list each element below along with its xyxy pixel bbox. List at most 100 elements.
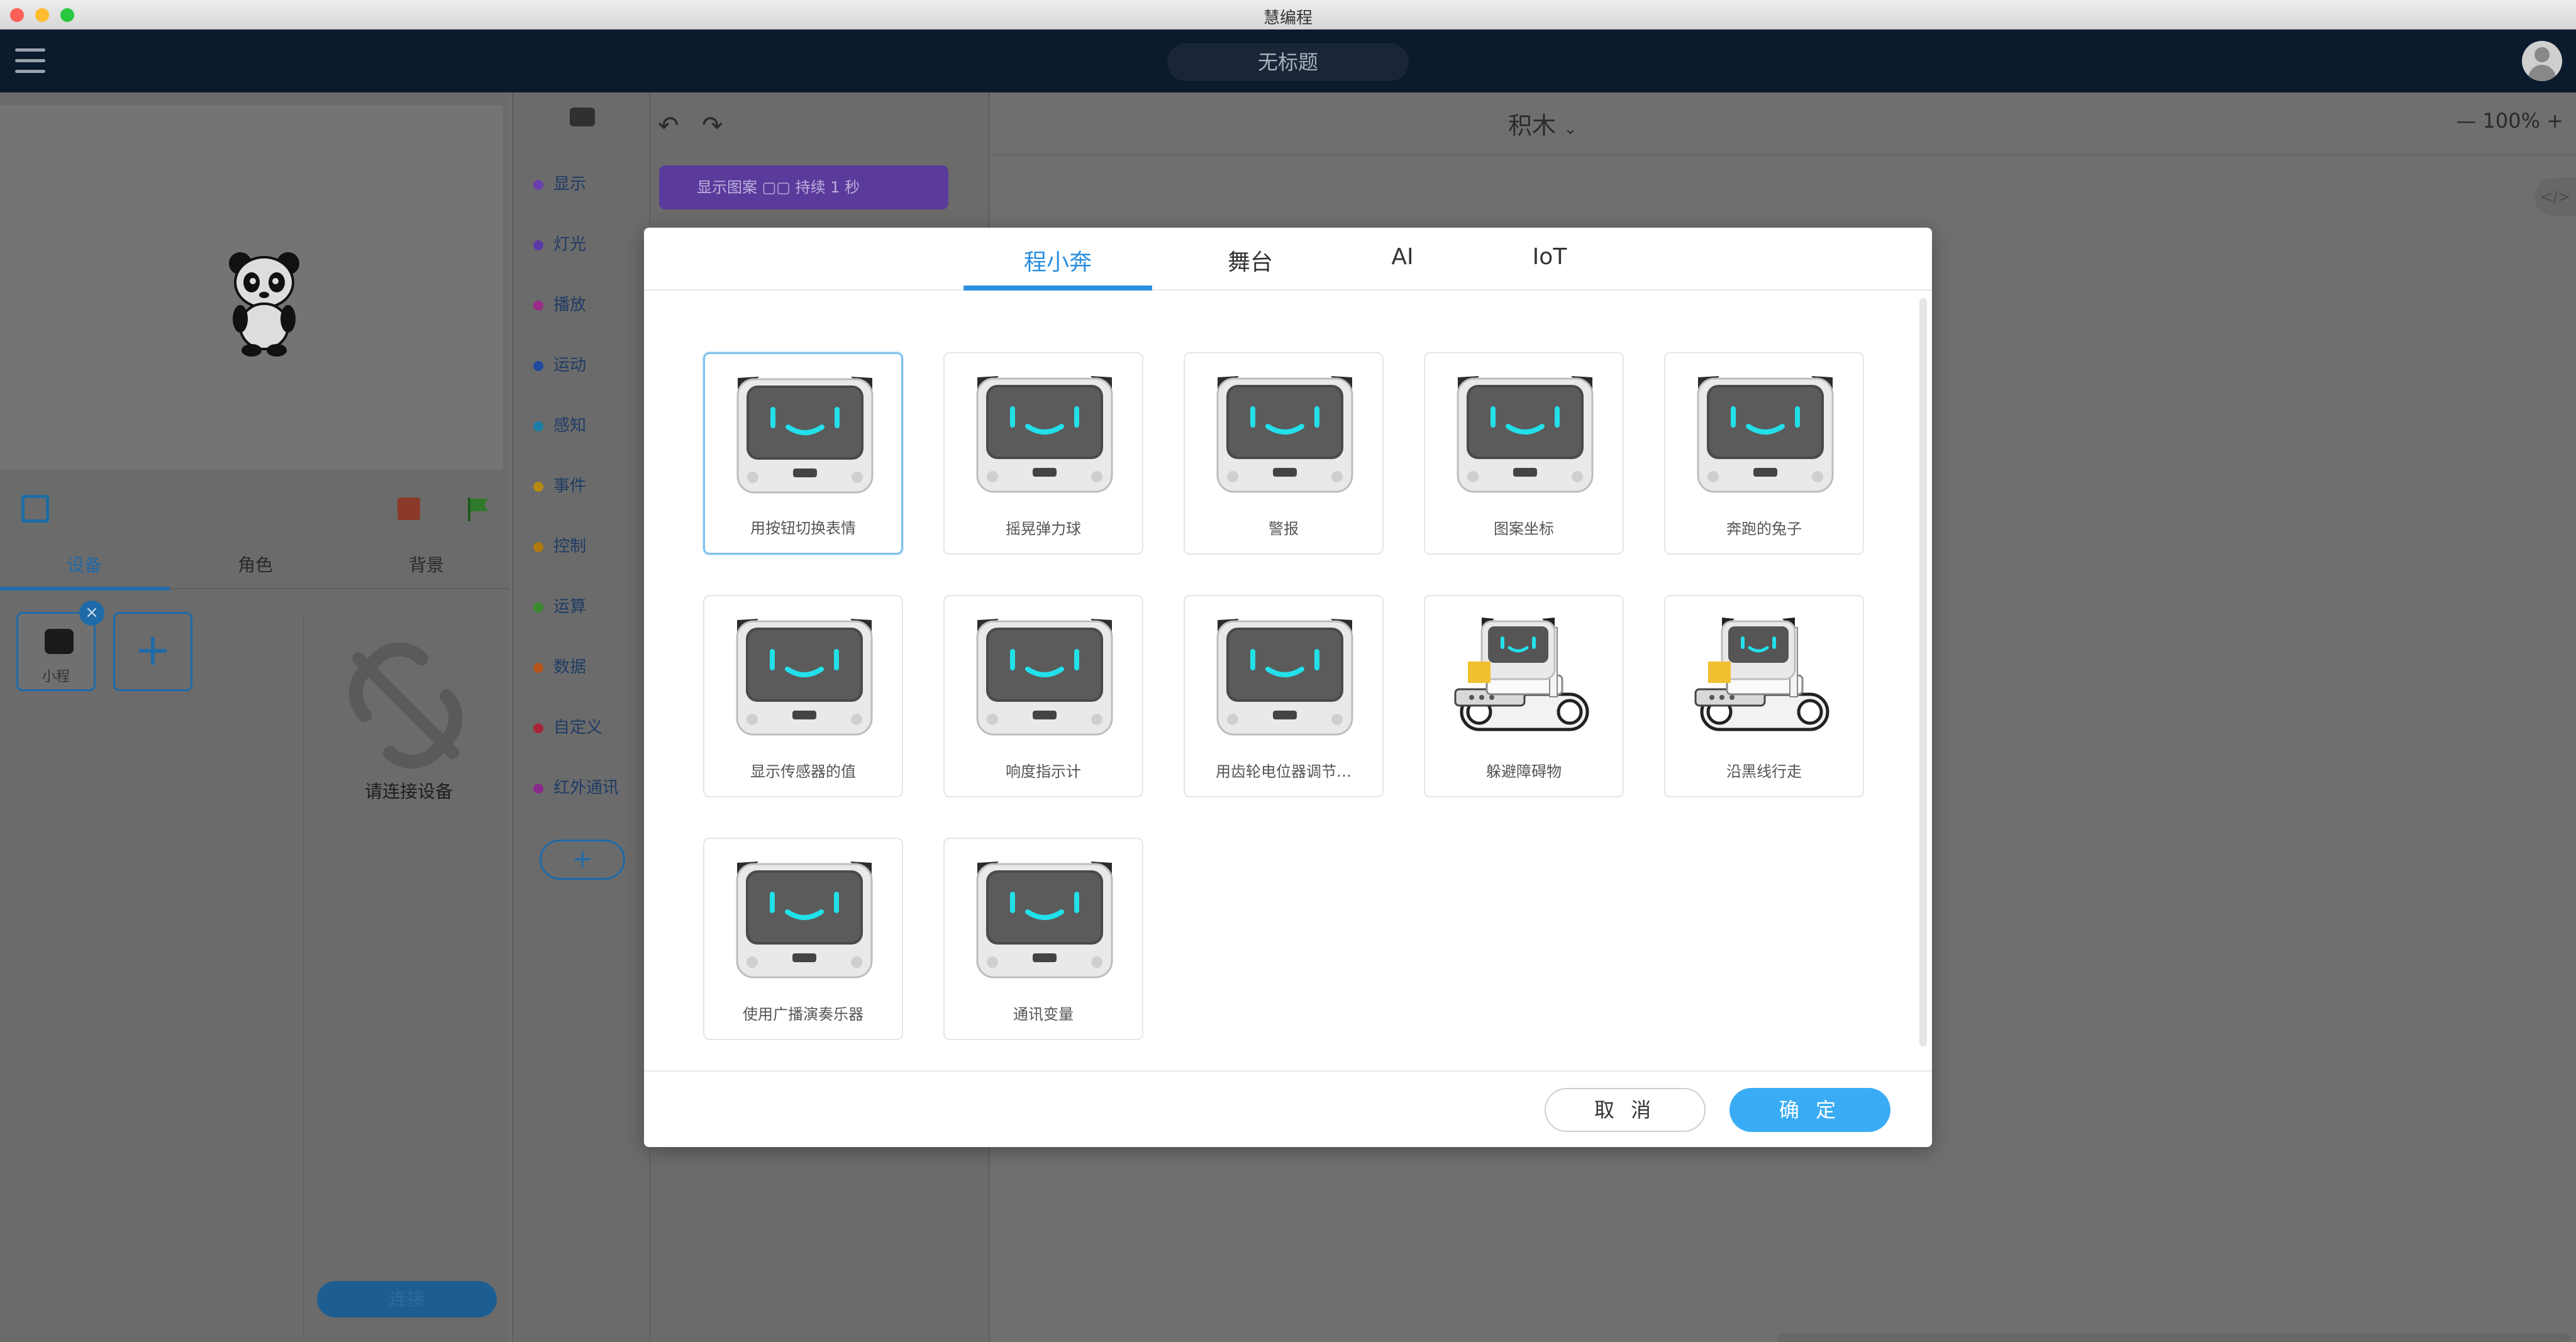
category-item[interactable]: 感知 xyxy=(533,413,586,438)
window-title: 慧编程 xyxy=(1263,9,1313,28)
example-card[interactable]: 沿黑线行走 xyxy=(1664,595,1864,797)
tab-iot[interactable]: IoT xyxy=(1487,244,1613,270)
category-item[interactable]: 红外通讯 xyxy=(533,775,619,801)
category-label: 播放 xyxy=(553,296,587,314)
codey-robot-icon xyxy=(1697,376,1834,493)
category-item[interactable]: 显示 xyxy=(533,172,586,197)
stage-toolbar xyxy=(0,489,503,526)
stop-icon[interactable] xyxy=(397,497,420,520)
disconnected-link-icon xyxy=(348,642,463,769)
category-item[interactable]: 事件 xyxy=(533,474,586,499)
connect-hint: 请连接设备 xyxy=(364,781,453,802)
example-card[interactable]: 显示传感器的值 xyxy=(703,595,903,797)
example-card[interactable]: 响度指示计 xyxy=(943,595,1143,797)
category-item[interactable]: 数据 xyxy=(533,655,586,680)
device-extension-icon[interactable] xyxy=(570,108,595,126)
workspace-scrollbar[interactable] xyxy=(1777,1333,2570,1342)
fullscreen-icon[interactable] xyxy=(21,495,49,523)
example-card[interactable]: 摇晃弹力球 xyxy=(943,352,1143,555)
redo-icon[interactable]: ↷ xyxy=(702,111,723,140)
codey-rocky-robot-icon xyxy=(1694,618,1829,731)
example-card[interactable]: 通讯变量 xyxy=(943,838,1143,1040)
category-label: 运算 xyxy=(553,597,587,616)
project-title-input[interactable]: 无标题 xyxy=(1167,43,1409,81)
codey-robot-icon xyxy=(1216,619,1353,736)
active-tab-indicator xyxy=(0,587,170,591)
cancel-button[interactable]: 取 消 xyxy=(1545,1088,1706,1132)
codey-robot-icon xyxy=(976,376,1113,493)
green-flag-icon[interactable] xyxy=(464,495,492,523)
category-dot-icon xyxy=(533,541,543,552)
category-label: 事件 xyxy=(553,477,587,496)
code-view-toggle-icon[interactable]: </> xyxy=(2534,178,2576,216)
zoom-out-icon[interactable]: — xyxy=(2456,109,2476,133)
zoom-in-icon[interactable]: + xyxy=(2546,109,2563,133)
example-label: 响度指示计 xyxy=(1006,763,1081,780)
confirm-button[interactable]: 确 定 xyxy=(1729,1088,1890,1132)
example-card[interactable]: 用齿轮电位器调节… xyxy=(1184,595,1384,797)
example-card[interactable]: 图案坐标 xyxy=(1424,352,1624,555)
device-card[interactable]: 小程 xyxy=(16,612,96,691)
connect-button[interactable]: 连接 xyxy=(317,1281,497,1317)
category-label: 显示 xyxy=(553,175,587,194)
workspace-toolbar: ↶ ↷ 积木 ⌄ — 100% + xyxy=(658,92,2576,155)
tab-ai[interactable]: AI xyxy=(1340,244,1465,270)
example-label: 摇晃弹力球 xyxy=(1006,520,1081,538)
example-card[interactable]: 用按钮切换表情 xyxy=(703,352,903,555)
category-dot-icon xyxy=(533,723,543,733)
category-dot-icon xyxy=(533,179,543,190)
category-dot-icon xyxy=(533,481,543,492)
example-label: 用按钮切换表情 xyxy=(750,519,856,537)
tab-devices[interactable]: 设备 xyxy=(67,552,102,577)
category-item[interactable]: 灯光 xyxy=(533,232,586,257)
remove-device-icon[interactable]: × xyxy=(79,601,104,626)
display-pattern-block[interactable]: 显示图案 ▢▢ 持续 1 秒 xyxy=(659,165,948,209)
category-item[interactable]: 播放 xyxy=(533,292,586,318)
category-dot-icon xyxy=(533,662,543,673)
category-label: 自定义 xyxy=(553,718,603,737)
category-label: 灯光 xyxy=(553,235,587,254)
add-extension-button[interactable]: + xyxy=(540,840,625,880)
example-label: 图案坐标 xyxy=(1494,520,1554,538)
codey-robot-icon xyxy=(1216,376,1353,493)
tab-backdrops[interactable]: 背景 xyxy=(409,552,444,577)
category-label: 感知 xyxy=(553,416,587,435)
category-label: 数据 xyxy=(553,658,587,677)
category-dot-icon xyxy=(533,421,543,431)
tab-sprites[interactable]: 角色 xyxy=(238,552,273,577)
active-tab-indicator xyxy=(963,286,1152,291)
zoom-control: — 100% + xyxy=(2456,109,2563,133)
category-label: 运动 xyxy=(553,356,587,375)
category-item[interactable]: 运算 xyxy=(533,594,586,619)
chevron-down-icon: ⌄ xyxy=(1563,119,1577,138)
example-label: 沿黑线行走 xyxy=(1726,763,1802,780)
add-device-button[interactable]: + xyxy=(113,612,192,691)
category-dot-icon xyxy=(533,240,543,250)
undo-icon[interactable]: ↶ xyxy=(658,111,679,140)
example-card[interactable]: 使用广播演奏乐器 xyxy=(703,838,903,1040)
panel-divider xyxy=(303,614,304,1338)
example-card[interactable]: 躲避障碍物 xyxy=(1424,595,1624,797)
category-item[interactable]: 运动 xyxy=(533,353,586,378)
category-item[interactable]: 自定义 xyxy=(533,715,602,740)
category-dot-icon xyxy=(533,783,543,794)
tab-stage[interactable]: 舞台 xyxy=(1187,244,1313,277)
examples-dialog: 程小奔 舞台 AI IoT 用按钮切换表情 摇晃弹力球 警报 图案坐标 奔跑的兔子显示传… xyxy=(644,228,1932,1147)
codey-robot-icon xyxy=(976,619,1113,736)
menu-icon[interactable] xyxy=(15,48,45,74)
codey-robot-icon xyxy=(736,377,874,494)
user-avatar[interactable] xyxy=(2522,41,2562,81)
tab-codey[interactable]: 程小奔 xyxy=(995,244,1121,277)
codey-rocky-robot-icon xyxy=(1454,618,1589,731)
block-categories: 显示灯光播放运动感知事件控制运算数据自定义红外通讯 + xyxy=(512,92,650,1342)
example-card[interactable]: 警报 xyxy=(1184,352,1384,555)
dialog-scrollbar[interactable] xyxy=(1919,298,1927,1046)
example-card[interactable]: 奔跑的兔子 xyxy=(1664,352,1864,555)
category-label: 红外通讯 xyxy=(553,779,619,797)
stage-canvas[interactable] xyxy=(0,105,503,470)
example-label: 用齿轮电位器调节… xyxy=(1216,763,1352,780)
category-item[interactable]: 控制 xyxy=(533,534,586,559)
editor-mode-dropdown[interactable]: 积木 ⌄ xyxy=(1508,106,1577,141)
window-titlebar: 慧编程 xyxy=(0,0,2576,30)
codey-robot-icon xyxy=(736,619,873,736)
